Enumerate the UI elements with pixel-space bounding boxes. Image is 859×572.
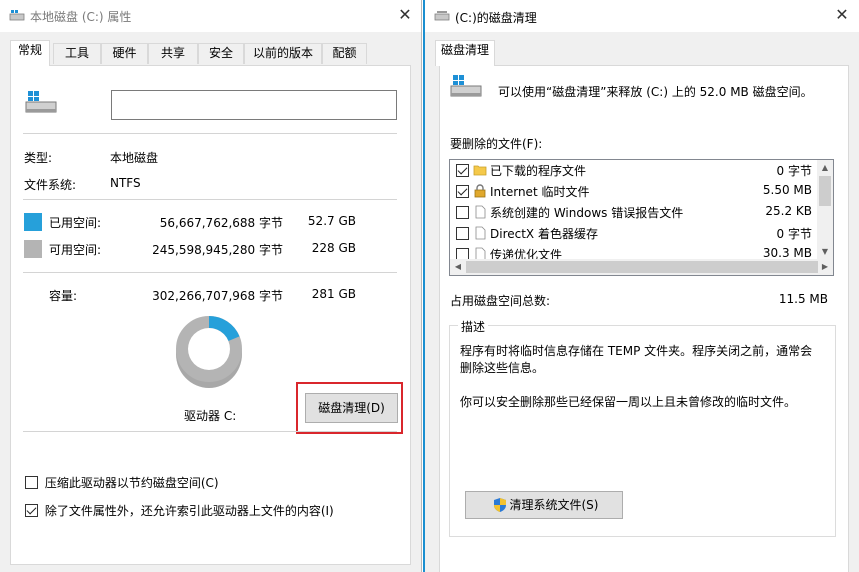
usage-donut-chart [176, 316, 242, 388]
free-space-bytes: 245,598,945,280 字节 [152, 243, 283, 257]
capacity-label: 容量: [49, 289, 78, 303]
drive-name-input[interactable] [111, 90, 397, 120]
divider [23, 133, 397, 134]
file-icon [475, 226, 486, 240]
cleanup-intro-text: 可以使用“磁盘清理”来释放 (C:) 上的 52.0 MB 磁盘空间。 [498, 85, 813, 99]
index-option[interactable]: 除了文件属性外，还允许索引此驱动器上文件的内容(I) [25, 504, 334, 521]
file-size: 5.50 MB [762, 183, 812, 197]
file-name: Internet 临时文件 [490, 185, 590, 199]
scroll-up-icon[interactable]: ▲ [817, 160, 833, 176]
tab-hardware[interactable]: 硬件 [101, 43, 148, 64]
list-item[interactable]: 已下载的程序文件 0 字节 [450, 160, 818, 181]
close-icon[interactable]: ✕ [395, 5, 415, 24]
file-checkbox[interactable] [456, 227, 469, 240]
properties-titlebar: 本地磁盘 (C:) 属性 ✕ [0, 0, 421, 32]
scroll-thumb[interactable] [819, 176, 831, 206]
file-checkbox[interactable] [456, 185, 469, 198]
tab-previous-versions[interactable]: 以前的版本 [244, 43, 322, 64]
compress-checkbox[interactable] [25, 476, 38, 489]
divider [23, 199, 397, 200]
scroll-left-icon[interactable]: ◀ [450, 259, 466, 275]
scroll-down-icon[interactable]: ▼ [817, 244, 833, 260]
compress-option[interactable]: 压缩此驱动器以节约磁盘空间(C) [25, 476, 219, 493]
close-icon[interactable]: ✕ [832, 5, 852, 24]
tab-disk-cleanup[interactable]: 磁盘清理 [435, 40, 495, 66]
used-space-size: 52.7 GB [307, 214, 356, 228]
list-item[interactable]: 系统创建的 Windows 错误报告文件 25.2 KB [450, 202, 818, 223]
highlight-annotation [296, 382, 403, 434]
window-title: (C:)的磁盘清理 [455, 11, 537, 25]
scroll-right-icon[interactable]: ▶ [817, 259, 833, 275]
file-checkbox[interactable] [456, 164, 469, 177]
drive-icon [434, 11, 450, 21]
window-title: 本地磁盘 (C:) 属性 [30, 10, 132, 24]
capacity-bytes: 302,266,707,968 字节 [152, 289, 283, 303]
tab-security[interactable]: 安全 [198, 43, 244, 64]
folder-icon [473, 165, 487, 176]
tab-sharing[interactable]: 共享 [148, 43, 198, 64]
drive-icon [9, 10, 25, 21]
properties-window: 本地磁盘 (C:) 属性 ✕ 常规 工具 硬件 共享 安全 以前的版本 配额 类… [0, 0, 422, 572]
total-space-label: 占用磁盘空间总数: [450, 294, 551, 308]
file-size: 25.2 KB [765, 204, 812, 218]
free-space-swatch [24, 240, 42, 258]
used-space-bytes: 56,667,762,688 字节 [159, 216, 283, 230]
tab-tools[interactable]: 工具 [53, 43, 101, 64]
scroll-thumb[interactable] [466, 261, 818, 273]
type-label: 类型: [24, 151, 53, 165]
capacity-size: 281 GB [311, 287, 356, 301]
divider [23, 272, 397, 273]
type-value: 本地磁盘 [110, 151, 159, 165]
index-checkbox[interactable] [25, 504, 38, 517]
divider [23, 431, 397, 432]
free-space-label: 可用空间: [49, 243, 102, 257]
file-icon [475, 205, 486, 219]
compress-label: 压缩此驱动器以节约磁盘空间(C) [44, 476, 219, 490]
clean-system-files-button[interactable]: 清理系统文件(S) [465, 491, 623, 519]
filesystem-label: 文件系统: [24, 178, 77, 192]
file-size: 0 字节 [776, 227, 812, 241]
tab-quota[interactable]: 配额 [322, 43, 367, 64]
tab-general[interactable]: 常规 [10, 40, 50, 66]
disk-cleanup-window: (C:)的磁盘清理 ✕ 磁盘清理 可以使用“磁盘清理”来释放 (C:) 上的 5… [423, 0, 859, 572]
large-drive-icon [450, 75, 482, 97]
list-item[interactable]: Internet 临时文件 5.50 MB [450, 181, 818, 202]
file-size: 0 字节 [776, 164, 812, 178]
shield-icon [494, 498, 506, 512]
index-label: 除了文件属性外，还允许索引此驱动器上文件的内容(I) [44, 504, 334, 518]
used-space-label: 已用空间: [49, 216, 102, 230]
total-space-value: 11.5 MB [778, 292, 828, 306]
used-space-swatch [24, 213, 42, 231]
free-space-size: 228 GB [311, 241, 356, 255]
filesystem-value: NTFS [110, 176, 141, 190]
cleanup-titlebar: (C:)的磁盘清理 ✕ [425, 0, 859, 32]
lock-icon [474, 184, 486, 198]
clean-system-files-label: 清理系统文件(S) [509, 498, 599, 512]
description-text-2: 你可以安全删除那些已经保留一周以上且未曾修改的临时文件。 [460, 395, 797, 409]
cleanup-panel: 可以使用“磁盘清理”来释放 (C:) 上的 52.0 MB 磁盘空间。 要删除的… [439, 65, 849, 572]
files-list[interactable]: 已下载的程序文件 0 字节 Internet 临时文件 5.50 MB 系统创建… [449, 159, 834, 276]
description-legend: 描述 [458, 318, 489, 335]
large-drive-icon [25, 91, 57, 113]
files-to-delete-label: 要删除的文件(F): [450, 137, 543, 151]
file-name: 已下载的程序文件 [490, 164, 587, 178]
list-item[interactable]: DirectX 着色器缓存 0 字节 [450, 223, 818, 244]
description-text-1: 程序有时将临时信息存储在 TEMP 文件夹。程序关闭之前，通常会删除这些信息。 [460, 344, 813, 375]
horizontal-scrollbar[interactable]: ◀ ▶ [450, 259, 833, 275]
file-name: 系统创建的 Windows 错误报告文件 [490, 206, 684, 220]
file-size: 30.3 MB [762, 246, 812, 260]
drive-letter-label: 驱动器 C: [184, 409, 237, 423]
file-name: DirectX 着色器缓存 [490, 227, 598, 241]
file-checkbox[interactable] [456, 206, 469, 219]
vertical-scrollbar[interactable]: ▲ ▼ [817, 160, 833, 260]
general-panel: 类型: 本地磁盘 文件系统: NTFS 已用空间: 56,667,762,688… [10, 65, 411, 565]
